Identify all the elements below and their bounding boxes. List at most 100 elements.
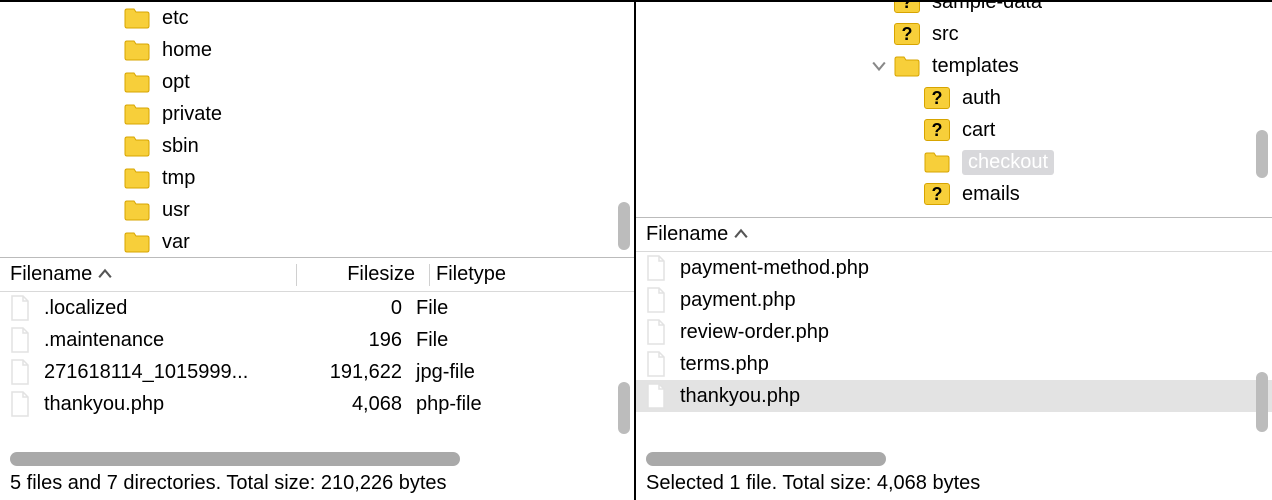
remote-list-scrollbar[interactable] bbox=[1256, 372, 1268, 432]
folder-icon bbox=[124, 167, 150, 189]
tree-row-label: sample-data bbox=[932, 0, 1042, 14]
tree-row[interactable]: etc bbox=[0, 2, 634, 34]
local-hscrollbar[interactable] bbox=[10, 452, 624, 466]
tree-row[interactable]: var bbox=[0, 226, 634, 258]
local-status: 5 files and 7 directories. Total size: 2… bbox=[0, 470, 634, 500]
unknown-folder-icon: ? bbox=[894, 23, 920, 45]
local-list-scrollbar[interactable] bbox=[618, 382, 630, 434]
file-size: 196 bbox=[290, 329, 410, 352]
file-type: File bbox=[410, 297, 570, 320]
tree-row-label: usr bbox=[162, 199, 190, 222]
file-size: 4,068 bbox=[290, 393, 410, 416]
remote-file-list: Filename payment-method.php payment.php … bbox=[636, 218, 1272, 500]
local-tree[interactable]: etc home opt private sbin tmp usr var bbox=[0, 0, 634, 258]
file-size: 0 bbox=[290, 297, 410, 320]
column-separator[interactable] bbox=[296, 264, 297, 286]
remote-pane: ? sample-data? src templates? auth? cart che… bbox=[636, 0, 1272, 500]
local-list-body[interactable]: .localized 0File .maintenance 196File 2716… bbox=[0, 292, 634, 446]
col-filesize-label: Filesize bbox=[347, 263, 415, 286]
remote-tree[interactable]: ? sample-data? src templates? auth? cart che… bbox=[636, 0, 1272, 218]
file-row[interactable]: thankyou.php bbox=[636, 380, 1272, 412]
column-separator[interactable] bbox=[429, 264, 430, 286]
col-filetype-label: Filetype bbox=[436, 263, 506, 286]
file-name: 271618114_1015999... bbox=[44, 361, 248, 384]
col-filetype[interactable]: Filetype bbox=[436, 263, 596, 286]
file-row[interactable]: 271618114_1015999...191,622jpg-file bbox=[0, 356, 634, 388]
folder-icon bbox=[124, 71, 150, 93]
sort-caret-icon bbox=[734, 228, 748, 242]
tree-row[interactable]: sbin bbox=[0, 130, 634, 162]
local-list-header[interactable]: Filename Filesize Filetype bbox=[0, 258, 634, 292]
tree-row[interactable]: usr bbox=[0, 194, 634, 226]
file-name: thankyou.php bbox=[680, 385, 800, 408]
tree-row-label: templates bbox=[932, 55, 1019, 78]
remote-tree-scrollbar[interactable] bbox=[1256, 130, 1268, 178]
tree-row[interactable]: ? src bbox=[636, 18, 1272, 50]
remote-list-body[interactable]: payment-method.php payment.php review-or… bbox=[636, 252, 1272, 446]
unknown-folder-icon: ? bbox=[924, 119, 950, 141]
unknown-folder-icon: ? bbox=[924, 87, 950, 109]
local-pane: etc home opt private sbin tmp usr var Fi… bbox=[0, 0, 636, 500]
tree-row-label: auth bbox=[962, 87, 1001, 110]
file-name: payment.php bbox=[680, 289, 796, 312]
col-filesize[interactable]: Filesize bbox=[303, 263, 423, 286]
file-type: php-file bbox=[410, 393, 570, 416]
file-name: payment-method.php bbox=[680, 257, 869, 280]
folder-icon bbox=[124, 231, 150, 253]
file-row[interactable]: terms.php bbox=[636, 348, 1272, 380]
file-name: review-order.php bbox=[680, 321, 829, 344]
tree-row[interactable]: tmp bbox=[0, 162, 634, 194]
col-filename[interactable]: Filename bbox=[646, 223, 926, 246]
chevron-down-icon[interactable] bbox=[870, 57, 888, 75]
tree-row-label: private bbox=[162, 103, 222, 126]
file-row[interactable]: payment.php bbox=[636, 284, 1272, 316]
folder-icon bbox=[924, 151, 950, 173]
col-filename-label: Filename bbox=[646, 223, 728, 246]
file-icon bbox=[646, 351, 668, 377]
tree-row[interactable]: home bbox=[0, 34, 634, 66]
unknown-folder-icon: ? bbox=[924, 183, 950, 205]
file-type: File bbox=[410, 329, 570, 352]
file-row[interactable]: review-order.php bbox=[636, 316, 1272, 348]
file-name: .localized bbox=[44, 297, 127, 320]
tree-row[interactable]: templates bbox=[636, 50, 1272, 82]
unknown-folder-icon: ? bbox=[894, 0, 920, 13]
remote-list-header[interactable]: Filename bbox=[636, 218, 1272, 252]
col-filename[interactable]: Filename bbox=[10, 263, 290, 286]
tree-row[interactable]: ? cart bbox=[636, 114, 1272, 146]
folder-icon bbox=[124, 7, 150, 29]
tree-row-label: checkout bbox=[962, 150, 1054, 175]
tree-row-label: sbin bbox=[162, 135, 199, 158]
file-icon bbox=[10, 359, 32, 385]
ftp-dual-pane: etc home opt private sbin tmp usr var Fi… bbox=[0, 0, 1272, 500]
file-icon bbox=[646, 383, 668, 409]
file-name: thankyou.php bbox=[44, 393, 164, 416]
file-row[interactable]: .maintenance 196File bbox=[0, 324, 634, 356]
tree-row-label: etc bbox=[162, 7, 189, 30]
tree-row-label: opt bbox=[162, 71, 190, 94]
tree-row[interactable]: ? sample-data bbox=[636, 0, 1272, 18]
file-type: jpg-file bbox=[410, 361, 570, 384]
file-row[interactable]: payment-method.php bbox=[636, 252, 1272, 284]
tree-row-label: cart bbox=[962, 119, 995, 142]
local-tree-scrollbar[interactable] bbox=[618, 202, 630, 250]
tree-row-label: var bbox=[162, 231, 190, 254]
file-icon bbox=[10, 295, 32, 321]
file-name: .maintenance bbox=[44, 329, 164, 352]
remote-hscrollbar[interactable] bbox=[646, 452, 1262, 466]
tree-row[interactable]: ? auth bbox=[636, 82, 1272, 114]
tree-row[interactable]: checkout bbox=[636, 146, 1272, 178]
tree-row[interactable]: ? emails bbox=[636, 178, 1272, 210]
file-icon bbox=[646, 287, 668, 313]
tree-row[interactable]: private bbox=[0, 98, 634, 130]
col-filename-label: Filename bbox=[10, 263, 92, 286]
file-row[interactable]: .localized 0File bbox=[0, 292, 634, 324]
tree-row[interactable]: opt bbox=[0, 66, 634, 98]
file-icon bbox=[10, 391, 32, 417]
file-icon bbox=[646, 255, 668, 281]
tree-row-label: tmp bbox=[162, 167, 195, 190]
folder-icon bbox=[894, 55, 920, 77]
tree-row-label: emails bbox=[962, 183, 1020, 206]
tree-row-label: src bbox=[932, 23, 959, 46]
file-row[interactable]: thankyou.php 4,068php-file bbox=[0, 388, 634, 420]
